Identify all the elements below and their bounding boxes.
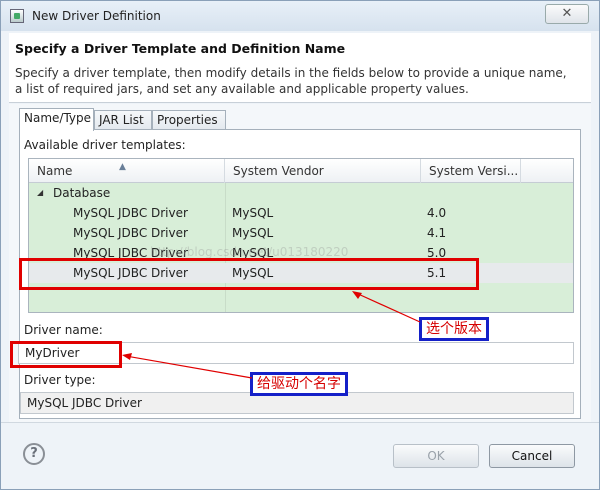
driver-type-label: Driver type: [24, 373, 96, 387]
row-version: 4.1 [427, 226, 447, 240]
window-title: New Driver Definition [32, 9, 161, 23]
tree-group-database[interactable]: ◢ Database [29, 183, 573, 203]
close-button[interactable]: ✕ [545, 4, 589, 24]
sort-ascending-icon: ▲ [119, 162, 126, 172]
app-icon [10, 9, 24, 23]
column-header-vendor[interactable]: System Vendor [225, 159, 421, 183]
expanded-arrow-icon: ◢ [37, 188, 44, 197]
row-name: MySQL JDBC Driver [73, 226, 188, 240]
table-header: Name ▲ System Vendor System Versi... [29, 159, 573, 183]
annotation-label-version: 选个版本 [419, 317, 489, 341]
row-vendor: MySQL [232, 206, 274, 220]
wizard-header: Specify a Driver Template and Definition… [9, 33, 591, 103]
help-icon[interactable]: ? [23, 443, 45, 465]
annotation-box-version [19, 258, 479, 290]
templates-label: Available driver templates: [24, 138, 186, 152]
tab-properties[interactable]: Properties [152, 110, 226, 130]
column-header-name[interactable]: Name ▲ [29, 159, 225, 183]
dialog-footer: ? OK Cancel [1, 422, 599, 489]
watermark: http://blog.csdn.net/u013180220 [150, 245, 349, 259]
title-bar: New Driver Definition ✕ [1, 1, 599, 31]
header-title: Specify a Driver Template and Definition… [15, 41, 346, 56]
annotation-box-name [10, 341, 122, 368]
row-version: 4.0 [427, 206, 447, 220]
row-vendor: MySQL [232, 226, 274, 240]
column-header-version[interactable]: System Versi... [421, 159, 521, 183]
column-header-name-label: Name [37, 164, 73, 178]
tab-jar-list[interactable]: JAR List [94, 110, 152, 130]
driver-name-label: Driver name: [24, 323, 103, 337]
row-name: MySQL JDBC Driver [73, 206, 188, 220]
cancel-button[interactable]: Cancel [489, 444, 575, 468]
table-row[interactable]: MySQL JDBC Driver MySQL 4.1 [29, 223, 573, 243]
header-description: Specify a driver template, then modify d… [15, 66, 567, 96]
annotation-label-name: 给驱动个名字 [250, 372, 348, 396]
tab-name-type[interactable]: Name/Type [19, 108, 94, 131]
ok-button[interactable]: OK [393, 444, 479, 468]
table-row[interactable]: MySQL JDBC Driver MySQL 4.0 [29, 203, 573, 223]
group-name: Database [53, 186, 111, 200]
